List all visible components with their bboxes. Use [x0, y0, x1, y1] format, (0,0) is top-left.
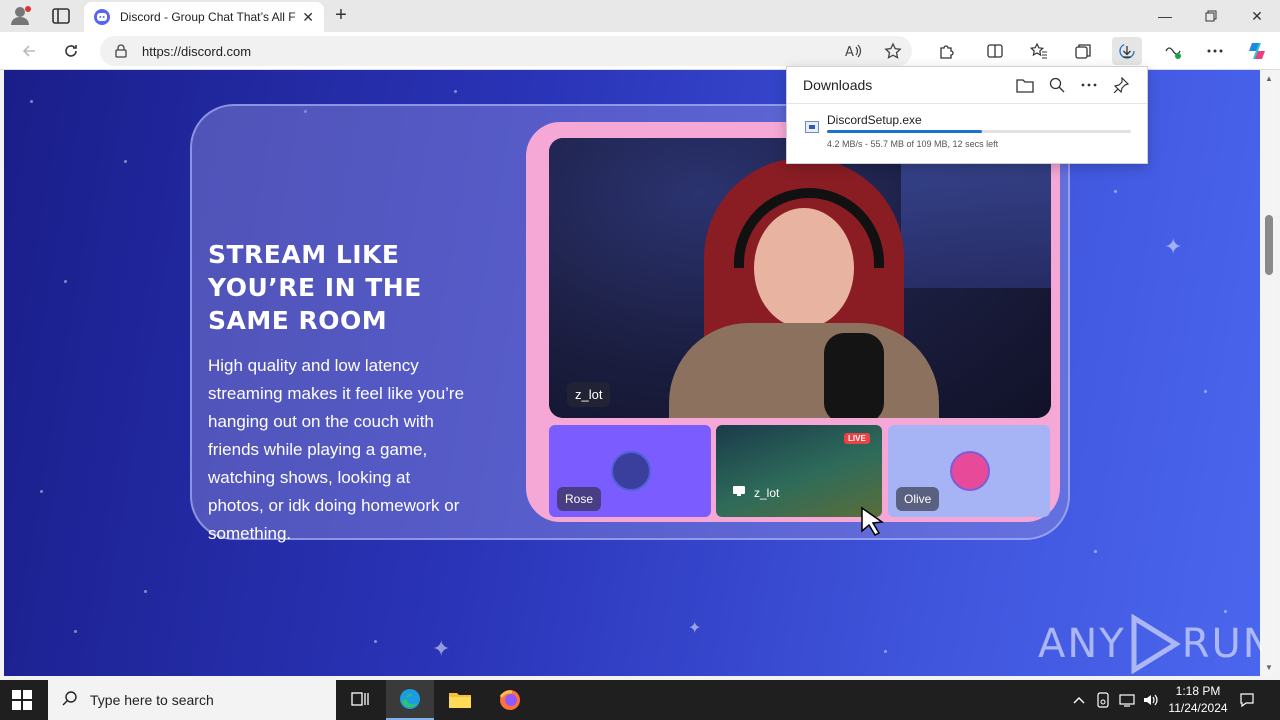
- download-status: 4.2 MB/s - 55.7 MB of 109 MB, 12 secs le…: [827, 139, 999, 149]
- tray-device-icon[interactable]: [1094, 691, 1112, 709]
- downloads-flyout: Downloads DiscordSetup.exe 4.2 MB/s - 55…: [786, 66, 1148, 164]
- main-stream-name: z_lot: [567, 382, 611, 407]
- scrollbar-thumb[interactable]: [1265, 215, 1273, 275]
- file-explorer-icon[interactable]: [436, 680, 484, 720]
- back-button[interactable]: [18, 40, 40, 62]
- notifications-icon[interactable]: [1238, 691, 1256, 709]
- refresh-button[interactable]: [60, 40, 82, 62]
- live-badge: LIVE: [844, 433, 870, 444]
- windows-taskbar: Type here to search 1:18 PM 11/24/2024: [0, 680, 1280, 720]
- new-tab-button[interactable]: +: [330, 4, 352, 26]
- avatar: [611, 451, 651, 491]
- volume-icon[interactable]: [1142, 691, 1160, 709]
- mouse-cursor-icon: [860, 506, 886, 541]
- participant-tile-zlot: LIVE z_lot: [716, 425, 882, 517]
- url-text: https://discord.com: [142, 43, 252, 59]
- anyrun-watermark: ANY RUN: [1038, 614, 1275, 674]
- extensions-icon[interactable]: [936, 40, 958, 62]
- read-aloud-icon[interactable]: A: [842, 40, 864, 62]
- play-logo-icon: [1131, 614, 1181, 674]
- copilot-icon[interactable]: [1246, 40, 1268, 62]
- edge-taskbar-icon[interactable]: [386, 680, 434, 720]
- participant-tile-olive: Olive: [888, 425, 1050, 517]
- feature-headline: STREAM LIKE YOU’RE IN THE SAME ROOM: [208, 240, 422, 335]
- screen-share-icon: [732, 485, 746, 500]
- tab-title: Discord - Group Chat That’s All Fun & Ga…: [120, 10, 296, 24]
- exe-file-icon: [805, 121, 819, 133]
- collections-icon[interactable]: [1072, 40, 1094, 62]
- search-placeholder: Type here to search: [90, 692, 214, 708]
- taskbar-clock[interactable]: 1:18 PM 11/24/2024: [1160, 683, 1236, 717]
- search-icon: [62, 690, 78, 711]
- lock-icon[interactable]: [114, 44, 128, 58]
- tab-actions-icon[interactable]: [50, 6, 72, 26]
- open-folder-icon[interactable]: [1015, 75, 1035, 95]
- scroll-down-icon[interactable]: ▼: [1265, 663, 1273, 672]
- restore-button[interactable]: [1188, 0, 1234, 32]
- more-options-icon[interactable]: [1079, 75, 1099, 95]
- discord-favicon-icon: [94, 9, 110, 25]
- taskbar-search-box[interactable]: Type here to search: [48, 680, 336, 720]
- search-downloads-icon[interactable]: [1047, 75, 1067, 95]
- browser-toolbar: https://discord.com A: [0, 32, 1280, 70]
- firefox-icon[interactable]: [486, 680, 534, 720]
- network-icon[interactable]: [1118, 691, 1136, 709]
- downloads-icon[interactable]: [1112, 37, 1142, 65]
- favorite-star-icon[interactable]: [882, 40, 904, 62]
- browser-essentials-icon[interactable]: [1162, 40, 1184, 62]
- close-window-button[interactable]: ✕: [1234, 0, 1280, 32]
- participant-tile-rose: Rose: [549, 425, 711, 517]
- download-progress-bar: [827, 130, 1131, 133]
- tab-close-icon[interactable]: ✕: [302, 9, 314, 26]
- svg-text:A: A: [845, 45, 854, 60]
- profile-icon[interactable]: [10, 6, 32, 26]
- scroll-up-icon[interactable]: ▲: [1265, 74, 1273, 83]
- feature-description: High quality and low latency streaming m…: [208, 356, 465, 543]
- task-view-icon[interactable]: [336, 680, 384, 720]
- download-progress-fill: [827, 130, 983, 133]
- pin-icon[interactable]: [1111, 75, 1131, 95]
- downloads-title: Downloads: [803, 77, 873, 93]
- page-scrollbar[interactable]: ▲ ▼: [1262, 70, 1276, 676]
- main-stream-video: z_lot: [549, 138, 1051, 418]
- clock-date: 11/24/2024: [1168, 701, 1228, 715]
- favorites-icon[interactable]: [1028, 40, 1050, 62]
- tab-discord[interactable]: Discord - Group Chat That’s All Fun & Ga…: [84, 2, 324, 32]
- minimize-button[interactable]: —: [1142, 0, 1188, 32]
- windows-start-icon[interactable]: [12, 690, 32, 710]
- clock-time: 1:18 PM: [1175, 684, 1221, 698]
- tray-overflow-chevron-icon[interactable]: [1070, 691, 1088, 709]
- browser-titlebar: Discord - Group Chat That’s All Fun & Ga…: [0, 0, 1280, 32]
- avatar: [950, 451, 990, 491]
- split-screen-icon[interactable]: [984, 40, 1006, 62]
- download-file-name[interactable]: DiscordSetup.exe: [827, 113, 922, 127]
- settings-more-icon[interactable]: [1204, 40, 1226, 62]
- address-bar[interactable]: https://discord.com: [100, 36, 912, 66]
